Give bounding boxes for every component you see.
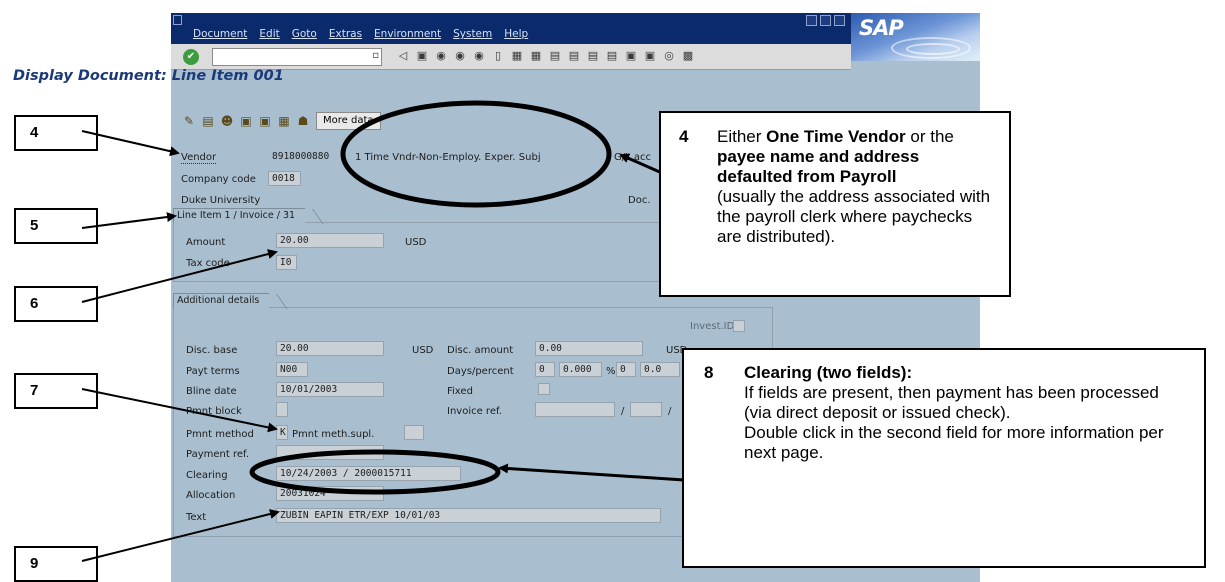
callout-4-text-2: or the (905, 127, 954, 146)
arrow-7 (81, 388, 278, 433)
callout-clearing-explanation: 8 Clearing (two fields): If fields are p… (682, 348, 1206, 568)
callout-4-text-3: (usually the address associated with the… (717, 187, 991, 246)
clearing-highlight-ellipse (249, 449, 501, 495)
arrow-callout-8 (498, 463, 685, 482)
callout-8-number: 8 (704, 363, 714, 382)
callout-4-bold-2: payee name and address defaulted from Pa… (717, 147, 920, 186)
arrow-6 (81, 249, 278, 303)
callout-8-line-2: Double click in the second field for mor… (744, 423, 1164, 462)
arrow-9 (81, 509, 280, 562)
callout-4-number: 4 (679, 127, 689, 146)
arrow-4 (81, 130, 180, 157)
callout-8-title: Clearing (two fields): (744, 363, 913, 382)
callout-vendor-explanation: 4 Either One Time Vendor or the payee na… (659, 111, 1011, 297)
callout-8-line-1: If fields are present, then payment has … (744, 383, 1159, 422)
callout-4-text-1: Either (717, 127, 767, 146)
arrow-callout-4 (619, 153, 663, 175)
arrow-5 (81, 212, 177, 229)
vendor-name-highlight-ellipse (340, 100, 612, 208)
callout-4-bold-1: One Time Vendor (766, 127, 906, 146)
